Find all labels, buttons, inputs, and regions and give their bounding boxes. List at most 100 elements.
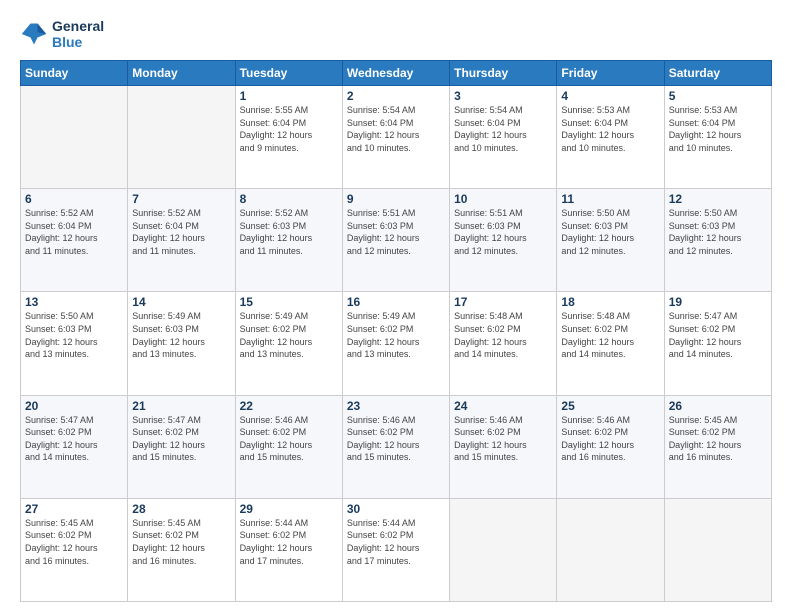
calendar-cell: 28Sunrise: 5:45 AM Sunset: 6:02 PM Dayli… [128, 498, 235, 601]
day-info: Sunrise: 5:44 AM Sunset: 6:02 PM Dayligh… [240, 517, 338, 567]
calendar-cell: 27Sunrise: 5:45 AM Sunset: 6:02 PM Dayli… [21, 498, 128, 601]
day-number: 4 [561, 89, 659, 103]
calendar-cell: 24Sunrise: 5:46 AM Sunset: 6:02 PM Dayli… [450, 395, 557, 498]
calendar-cell [557, 498, 664, 601]
day-number: 15 [240, 295, 338, 309]
day-number: 10 [454, 192, 552, 206]
header: General Blue [20, 18, 772, 50]
calendar-cell: 16Sunrise: 5:49 AM Sunset: 6:02 PM Dayli… [342, 292, 449, 395]
day-number: 7 [132, 192, 230, 206]
day-info: Sunrise: 5:46 AM Sunset: 6:02 PM Dayligh… [347, 414, 445, 464]
calendar-cell: 22Sunrise: 5:46 AM Sunset: 6:02 PM Dayli… [235, 395, 342, 498]
day-info: Sunrise: 5:50 AM Sunset: 6:03 PM Dayligh… [561, 207, 659, 257]
day-number: 25 [561, 399, 659, 413]
calendar-cell: 11Sunrise: 5:50 AM Sunset: 6:03 PM Dayli… [557, 189, 664, 292]
day-number: 21 [132, 399, 230, 413]
calendar-cell: 12Sunrise: 5:50 AM Sunset: 6:03 PM Dayli… [664, 189, 771, 292]
day-number: 5 [669, 89, 767, 103]
day-info: Sunrise: 5:51 AM Sunset: 6:03 PM Dayligh… [454, 207, 552, 257]
day-number: 3 [454, 89, 552, 103]
calendar-table: SundayMondayTuesdayWednesdayThursdayFrid… [20, 60, 772, 602]
day-info: Sunrise: 5:53 AM Sunset: 6:04 PM Dayligh… [669, 104, 767, 154]
day-info: Sunrise: 5:46 AM Sunset: 6:02 PM Dayligh… [240, 414, 338, 464]
day-number: 6 [25, 192, 123, 206]
day-number: 19 [669, 295, 767, 309]
day-info: Sunrise: 5:49 AM Sunset: 6:02 PM Dayligh… [240, 310, 338, 360]
day-info: Sunrise: 5:46 AM Sunset: 6:02 PM Dayligh… [454, 414, 552, 464]
calendar-cell: 14Sunrise: 5:49 AM Sunset: 6:03 PM Dayli… [128, 292, 235, 395]
calendar-cell: 1Sunrise: 5:55 AM Sunset: 6:04 PM Daylig… [235, 86, 342, 189]
weekday-header: Wednesday [342, 61, 449, 86]
day-number: 28 [132, 502, 230, 516]
day-info: Sunrise: 5:45 AM Sunset: 6:02 PM Dayligh… [669, 414, 767, 464]
calendar-week-row: 1Sunrise: 5:55 AM Sunset: 6:04 PM Daylig… [21, 86, 772, 189]
calendar-cell: 5Sunrise: 5:53 AM Sunset: 6:04 PM Daylig… [664, 86, 771, 189]
calendar-cell: 15Sunrise: 5:49 AM Sunset: 6:02 PM Dayli… [235, 292, 342, 395]
calendar-cell: 30Sunrise: 5:44 AM Sunset: 6:02 PM Dayli… [342, 498, 449, 601]
day-number: 24 [454, 399, 552, 413]
day-number: 22 [240, 399, 338, 413]
day-info: Sunrise: 5:50 AM Sunset: 6:03 PM Dayligh… [669, 207, 767, 257]
day-number: 12 [669, 192, 767, 206]
day-number: 2 [347, 89, 445, 103]
weekday-header: Sunday [21, 61, 128, 86]
weekday-header: Saturday [664, 61, 771, 86]
calendar-cell: 17Sunrise: 5:48 AM Sunset: 6:02 PM Dayli… [450, 292, 557, 395]
calendar-cell: 8Sunrise: 5:52 AM Sunset: 6:03 PM Daylig… [235, 189, 342, 292]
calendar-cell: 13Sunrise: 5:50 AM Sunset: 6:03 PM Dayli… [21, 292, 128, 395]
day-info: Sunrise: 5:52 AM Sunset: 6:03 PM Dayligh… [240, 207, 338, 257]
calendar-cell [664, 498, 771, 601]
calendar-cell: 2Sunrise: 5:54 AM Sunset: 6:04 PM Daylig… [342, 86, 449, 189]
calendar-cell: 21Sunrise: 5:47 AM Sunset: 6:02 PM Dayli… [128, 395, 235, 498]
day-info: Sunrise: 5:52 AM Sunset: 6:04 PM Dayligh… [132, 207, 230, 257]
calendar-cell [450, 498, 557, 601]
day-number: 11 [561, 192, 659, 206]
day-number: 1 [240, 89, 338, 103]
day-number: 26 [669, 399, 767, 413]
day-info: Sunrise: 5:49 AM Sunset: 6:03 PM Dayligh… [132, 310, 230, 360]
day-number: 14 [132, 295, 230, 309]
day-number: 29 [240, 502, 338, 516]
calendar-header-row: SundayMondayTuesdayWednesdayThursdayFrid… [21, 61, 772, 86]
day-number: 17 [454, 295, 552, 309]
calendar-cell: 18Sunrise: 5:48 AM Sunset: 6:02 PM Dayli… [557, 292, 664, 395]
day-info: Sunrise: 5:54 AM Sunset: 6:04 PM Dayligh… [454, 104, 552, 154]
day-info: Sunrise: 5:47 AM Sunset: 6:02 PM Dayligh… [669, 310, 767, 360]
day-info: Sunrise: 5:46 AM Sunset: 6:02 PM Dayligh… [561, 414, 659, 464]
day-info: Sunrise: 5:52 AM Sunset: 6:04 PM Dayligh… [25, 207, 123, 257]
day-info: Sunrise: 5:45 AM Sunset: 6:02 PM Dayligh… [25, 517, 123, 567]
day-info: Sunrise: 5:47 AM Sunset: 6:02 PM Dayligh… [25, 414, 123, 464]
logo-icon [20, 20, 48, 48]
day-info: Sunrise: 5:51 AM Sunset: 6:03 PM Dayligh… [347, 207, 445, 257]
calendar-week-row: 27Sunrise: 5:45 AM Sunset: 6:02 PM Dayli… [21, 498, 772, 601]
calendar-cell: 20Sunrise: 5:47 AM Sunset: 6:02 PM Dayli… [21, 395, 128, 498]
calendar-cell: 25Sunrise: 5:46 AM Sunset: 6:02 PM Dayli… [557, 395, 664, 498]
day-info: Sunrise: 5:48 AM Sunset: 6:02 PM Dayligh… [454, 310, 552, 360]
calendar-cell: 19Sunrise: 5:47 AM Sunset: 6:02 PM Dayli… [664, 292, 771, 395]
calendar-cell: 10Sunrise: 5:51 AM Sunset: 6:03 PM Dayli… [450, 189, 557, 292]
calendar-cell: 9Sunrise: 5:51 AM Sunset: 6:03 PM Daylig… [342, 189, 449, 292]
day-number: 13 [25, 295, 123, 309]
day-info: Sunrise: 5:53 AM Sunset: 6:04 PM Dayligh… [561, 104, 659, 154]
day-info: Sunrise: 5:55 AM Sunset: 6:04 PM Dayligh… [240, 104, 338, 154]
calendar-week-row: 13Sunrise: 5:50 AM Sunset: 6:03 PM Dayli… [21, 292, 772, 395]
day-info: Sunrise: 5:45 AM Sunset: 6:02 PM Dayligh… [132, 517, 230, 567]
day-info: Sunrise: 5:47 AM Sunset: 6:02 PM Dayligh… [132, 414, 230, 464]
calendar-cell [128, 86, 235, 189]
calendar-cell: 7Sunrise: 5:52 AM Sunset: 6:04 PM Daylig… [128, 189, 235, 292]
day-info: Sunrise: 5:48 AM Sunset: 6:02 PM Dayligh… [561, 310, 659, 360]
day-number: 27 [25, 502, 123, 516]
page: General Blue SundayMondayTuesdayWednesda… [0, 0, 792, 612]
calendar-cell: 4Sunrise: 5:53 AM Sunset: 6:04 PM Daylig… [557, 86, 664, 189]
day-number: 20 [25, 399, 123, 413]
day-info: Sunrise: 5:49 AM Sunset: 6:02 PM Dayligh… [347, 310, 445, 360]
weekday-header: Friday [557, 61, 664, 86]
calendar-cell: 3Sunrise: 5:54 AM Sunset: 6:04 PM Daylig… [450, 86, 557, 189]
day-info: Sunrise: 5:54 AM Sunset: 6:04 PM Dayligh… [347, 104, 445, 154]
calendar-cell: 29Sunrise: 5:44 AM Sunset: 6:02 PM Dayli… [235, 498, 342, 601]
calendar-week-row: 20Sunrise: 5:47 AM Sunset: 6:02 PM Dayli… [21, 395, 772, 498]
day-info: Sunrise: 5:50 AM Sunset: 6:03 PM Dayligh… [25, 310, 123, 360]
weekday-header: Tuesday [235, 61, 342, 86]
calendar-week-row: 6Sunrise: 5:52 AM Sunset: 6:04 PM Daylig… [21, 189, 772, 292]
day-number: 8 [240, 192, 338, 206]
